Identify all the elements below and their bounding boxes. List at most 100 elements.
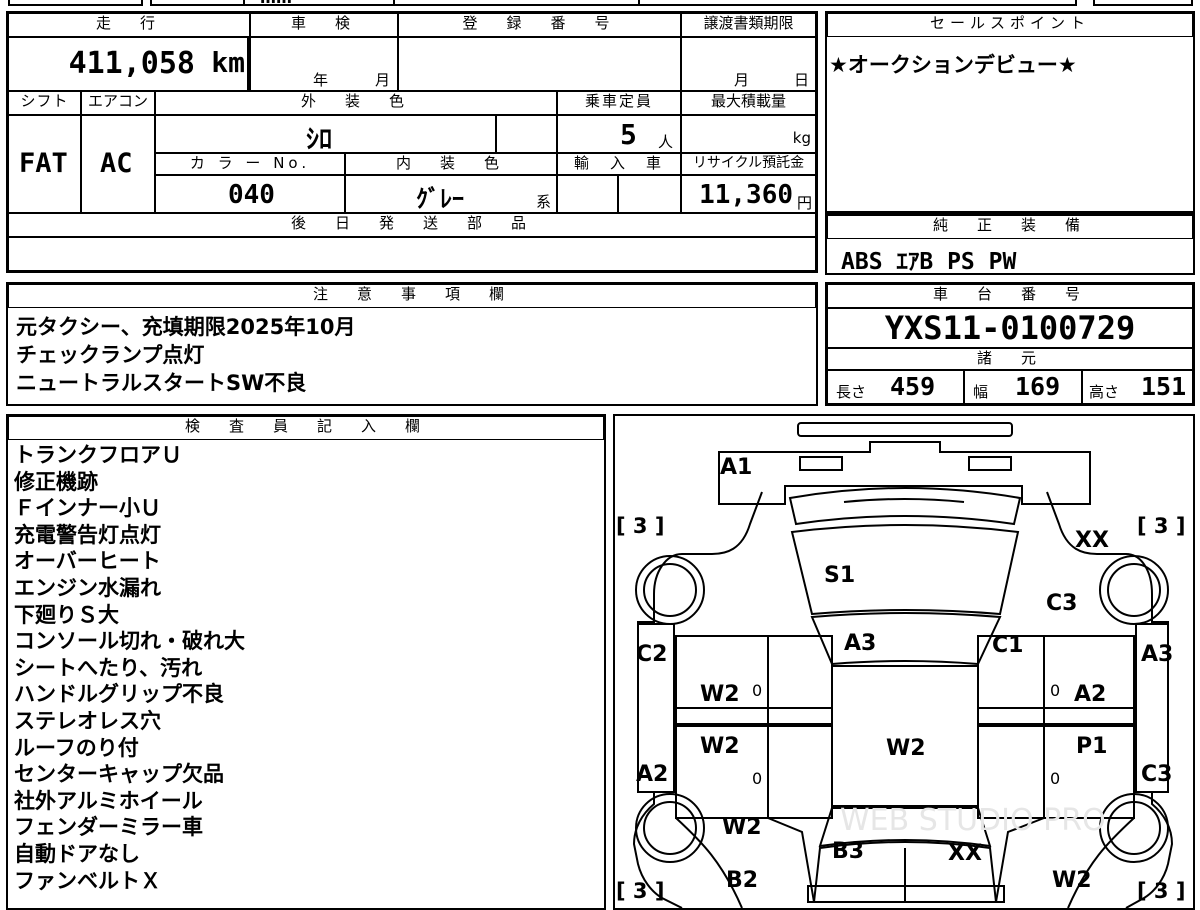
inspector-line: シートへたり、汚れ [14, 655, 203, 680]
import-cell-a [557, 175, 618, 213]
inspector-line: 社外アルミホイール [14, 788, 203, 813]
damage-mark-right-pillar: C1 [992, 633, 1023, 658]
left-lamp-shape [799, 456, 843, 471]
shift-cell: FAT [8, 115, 81, 213]
tire-bottom-left: [ 3 ] [616, 879, 664, 903]
interior-color-header: 内 装 色 [345, 153, 557, 175]
inspector-line: 自動ドアなし [14, 841, 140, 866]
watermark: WEB STUDIO PRO [840, 803, 1106, 838]
inspector-box: 検 査 員 記 入 欄 トランクフロアＵ 修正機跡 Ｆインナー小Ｕ 充電警告灯点… [6, 414, 606, 910]
import-cell-b [618, 175, 681, 213]
transfer-deadline-cell: 月 日 [681, 37, 816, 91]
damage-mark-rear-right: XX [948, 841, 982, 866]
inspector-line: フェンダーミラー車 [14, 815, 203, 840]
vehicle-info-table: 走 行 車 検 登 録 番 号 譲渡書類期限 411,058 km 年 月 月 … [6, 11, 818, 273]
import-header: 輸 入 車 [557, 153, 681, 175]
damage-mark-front-left-side: C2 [636, 642, 667, 667]
damage-mark-front-right-fender: XX [1075, 528, 1109, 553]
chassis-header: 車 台 番 号 [827, 284, 1193, 308]
capacity-cell: 5 人 [557, 115, 681, 153]
inspector-line: Ｆインナー小Ｕ [14, 496, 161, 521]
damage-mark-right-front-side: A3 [1141, 642, 1173, 667]
damage-mark-roof: W2 [886, 736, 926, 761]
inspector-lines: トランクフロアＵ 修正機跡 Ｆインナー小Ｕ 充電警告灯点灯 オーバーヒート エン… [14, 442, 245, 894]
aircon-header: エアコン [81, 91, 155, 115]
sales-point-header: セールスポイント [827, 13, 1193, 37]
damage-mark-right-rear-bottom: W2 [1052, 868, 1092, 893]
notes-line: ニュートラルスタートSW不良 [16, 371, 307, 395]
damage-mark-handle-r1: 0 [1050, 681, 1060, 700]
damage-mark-handle-l2: 0 [752, 769, 762, 788]
aircon-value: AC [100, 148, 133, 179]
registration-cell [398, 37, 681, 91]
interior-color-value: ｸﾞﾚｰ [416, 185, 464, 213]
inspection-year-label: 年 [313, 71, 329, 89]
inspector-line: 充電警告灯点灯 [14, 522, 161, 547]
spec-height-cell: 高さ 151 [1082, 370, 1193, 404]
damage-mark-right-front-door: A2 [1074, 682, 1106, 707]
right-lamp-shape [968, 456, 1012, 471]
notes-box: 注 意 事 項 欄 元タクシー、充填期限2025年10月 チェックランプ点灯 ニ… [6, 282, 818, 406]
inspector-line: ステレオレス穴 [14, 708, 161, 733]
aircon-cell: AC [81, 115, 155, 213]
specs-header: 諸 元 [827, 348, 1193, 370]
damage-mark-rear-left: B3 [832, 839, 864, 864]
wheel-rear-left-shape [635, 793, 705, 863]
exterior-color-extra-cell [496, 115, 557, 153]
spec-length-label: 長さ [836, 383, 867, 401]
recycle-unit: 円 [796, 194, 812, 212]
damage-mark-front-right-corner: C3 [1046, 591, 1077, 616]
capacity-value: 5 [620, 118, 637, 151]
car-diagram: WEB STUDIO PRO [ 3 ] [ 3 ] [ 3 ] [ 3 ] A… [616, 422, 1185, 908]
inspector-line: エンジン水漏れ [14, 575, 161, 600]
spec-width-cell: 幅 169 [964, 370, 1082, 404]
later-parts-header: 後 日 発 送 部 品 [8, 213, 816, 237]
top-strip-cut-text: …… [260, 0, 292, 7]
notes-header: 注 意 事 項 欄 [8, 284, 816, 308]
exterior-color-header: 外 装 色 [155, 91, 557, 115]
inspection-cell: 年 月 [250, 37, 398, 91]
damage-mark-right-rear-door: P1 [1076, 734, 1107, 759]
inspector-line: ファンベルトＸ [14, 868, 161, 893]
color-no-value: 040 [228, 180, 275, 210]
mileage-unit: km [211, 46, 245, 79]
notes-line: 元タクシー、充填期限2025年10月 [16, 315, 356, 339]
exterior-color-value: ｼﾛ [306, 125, 333, 155]
inspection-month-label: 月 [375, 71, 391, 89]
capacity-header: 乗車定員 [557, 91, 681, 115]
damage-mark-left-rear-side: A2 [636, 762, 668, 787]
tire-top-right: [ 3 ] [1137, 514, 1185, 538]
inspector-line: センターキャップ欠品 [14, 762, 224, 787]
spec-length-cell: 長さ 459 [827, 370, 964, 404]
transfer-month-label: 月 [734, 71, 750, 89]
sales-point-text: ★オークションデビュー★ [829, 53, 1077, 77]
genuine-equipment-header: 純 正 装 備 [827, 215, 1193, 239]
shift-header: シフト [8, 91, 81, 115]
exterior-color-cell: ｼﾛ [155, 115, 496, 155]
later-parts-cell [8, 237, 816, 271]
inspector-line: オーバーヒート [14, 549, 161, 574]
color-no-cell: 040 [155, 175, 345, 213]
registration-header: 登 録 番 号 [398, 13, 681, 37]
max-load-header: 最大積載量 [681, 91, 816, 115]
chassis-box: 車 台 番 号 YXS11-0100729 諸 元 長さ 459 幅 169 高… [825, 282, 1195, 406]
wheel-front-left-shape [635, 555, 705, 625]
windshield-shape [810, 612, 1002, 666]
notes-lines: 元タクシー、充填期限2025年10月 チェックランプ点灯 ニュートラルスタートS… [16, 313, 355, 397]
spec-height-value: 151 [1141, 372, 1187, 401]
tire-bottom-right: [ 3 ] [1137, 879, 1185, 903]
mileage-value: 411,058 [68, 46, 195, 81]
max-load-unit: kg [792, 129, 811, 147]
inspection-header: 車 検 [250, 13, 398, 37]
interior-color-cell: ｸﾞﾚｰ 系 [345, 175, 557, 213]
front-handle-shape [797, 422, 1013, 437]
damage-mark-front-bumper: A1 [720, 455, 752, 480]
front-bumper-shape [718, 441, 1091, 505]
capacity-unit: 人 [658, 133, 674, 151]
inspector-line: コンソール切れ・破れ大 [14, 629, 245, 654]
interior-color-suffix: 系 [536, 193, 552, 211]
spec-length-value: 459 [890, 372, 936, 401]
spec-width-value: 169 [1015, 372, 1061, 401]
damage-mark-hood: S1 [824, 563, 855, 588]
spec-width-label: 幅 [973, 383, 989, 401]
